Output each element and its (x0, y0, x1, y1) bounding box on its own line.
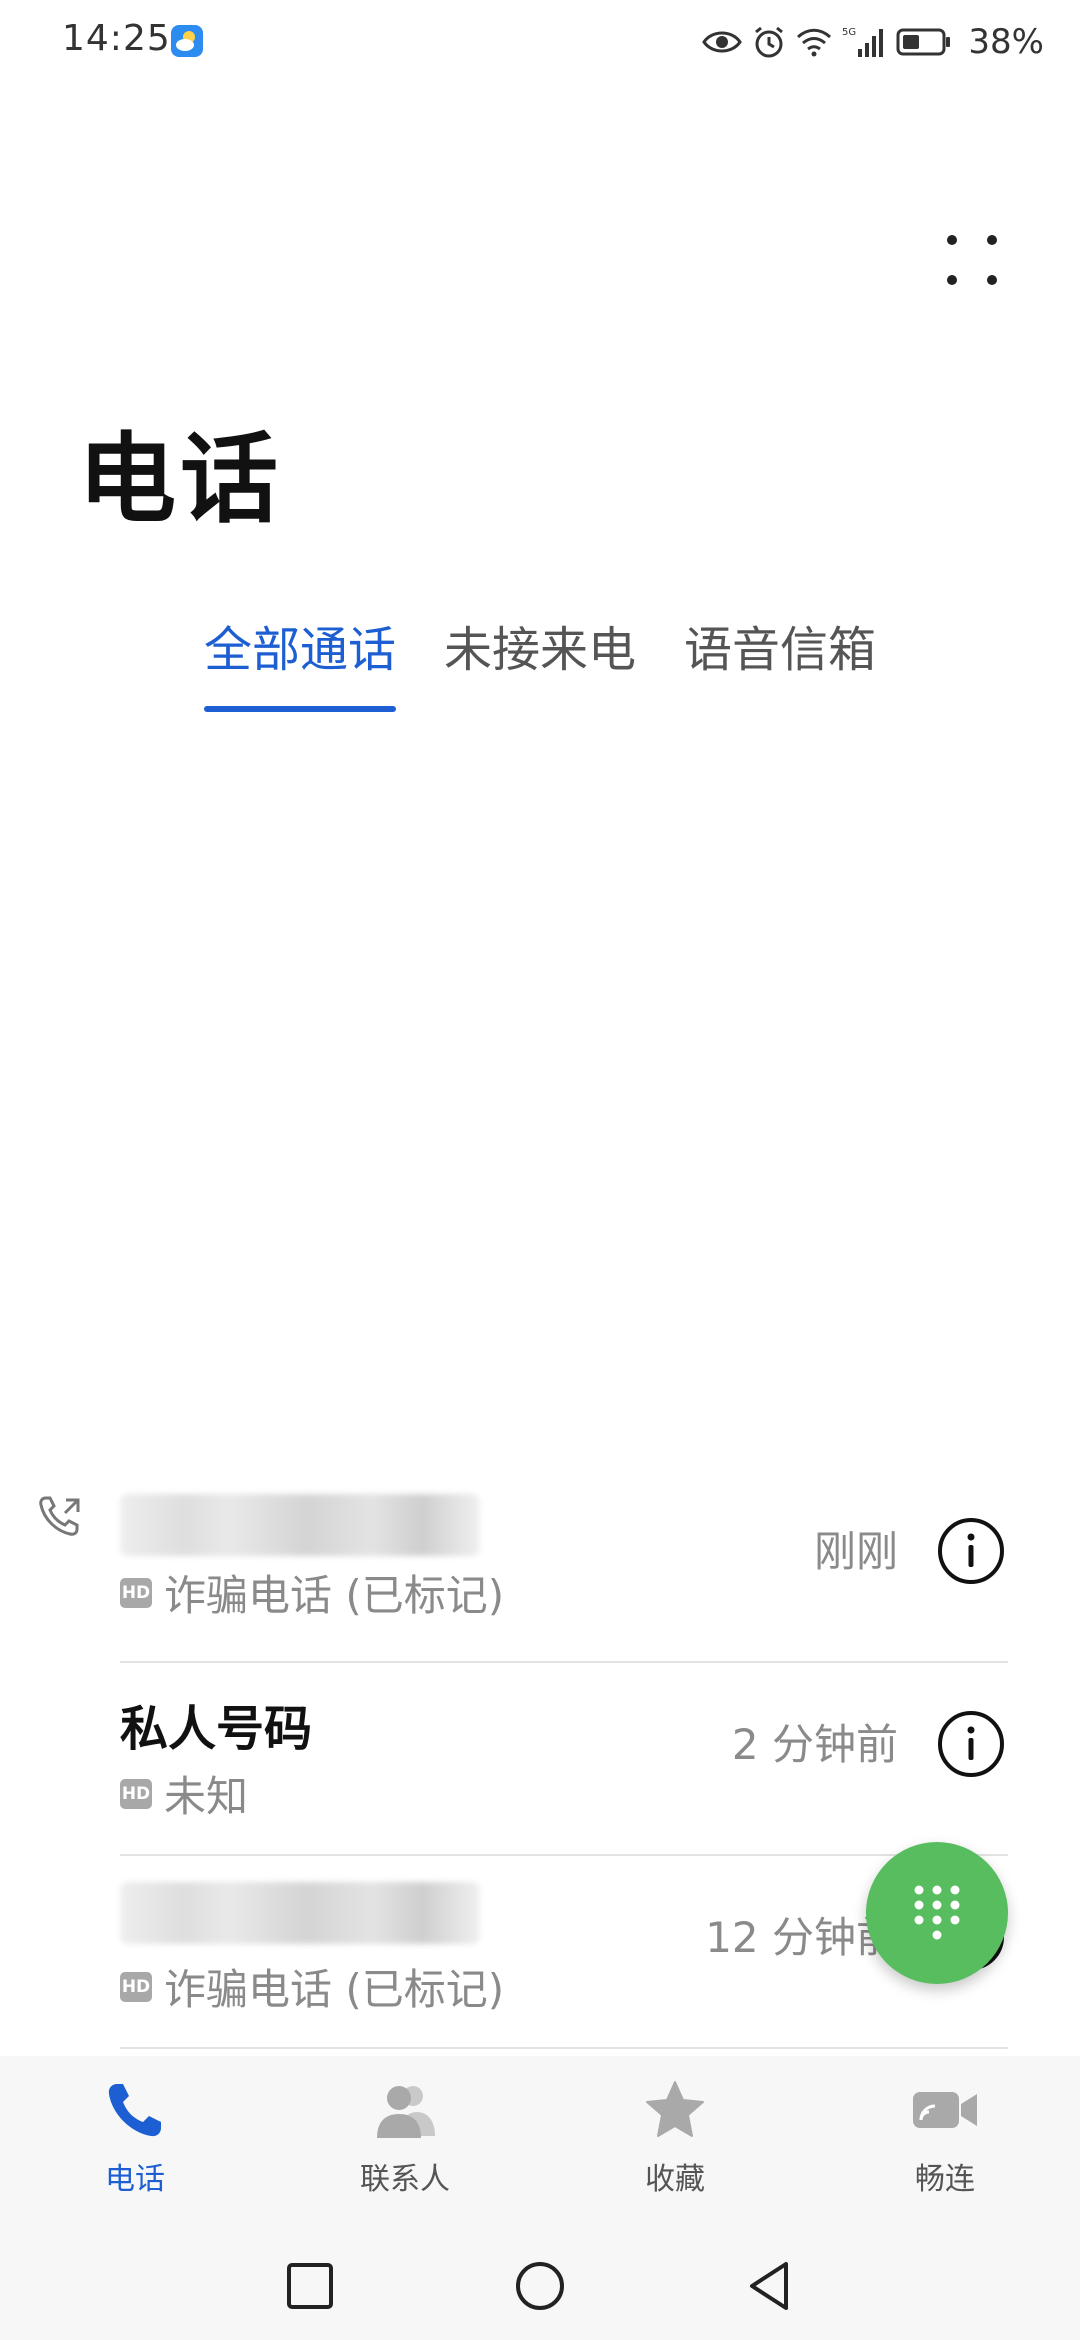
tab-voicemail[interactable]: 语音信箱 (684, 610, 876, 690)
nav-label-favorites: 收藏 (645, 2162, 705, 2197)
hd-badge: HD (120, 1971, 152, 2002)
weather-icon (171, 25, 203, 57)
contacts-icon (377, 2086, 435, 2138)
eye-icon (702, 31, 743, 53)
nav-item-contacts[interactable]: 联系人 (305, 2078, 505, 2218)
phone-app-screen: 14:25 5G 38% 电话 全部通话 未接来电 语音信箱 HD 诈骗电话 (… (0, 0, 1080, 2340)
nav-item-favorites[interactable]: 收藏 (575, 2078, 775, 2218)
obscured-number (120, 1494, 480, 1556)
nav-item-phone[interactable]: 电话 (35, 2078, 235, 2218)
call-time: 刚刚 (813, 1527, 898, 1576)
outgoing-call-icon (39, 1496, 80, 1536)
call-name: 私人号码 (120, 1701, 313, 1757)
call-log-item[interactable]: HD 诈骗电话 (已标记) 刚刚 (0, 1470, 1080, 1663)
hd-badge: HD (120, 1577, 152, 1608)
tab-all-calls[interactable]: 全部通话 (204, 610, 397, 712)
list-divider (120, 2047, 1008, 2049)
tab-missed-calls[interactable]: 未接来电 (444, 610, 636, 690)
star-icon (646, 2081, 704, 2137)
hd-badge: HD (120, 1778, 152, 1809)
dialpad-icon (914, 1885, 960, 1940)
back-icon[interactable] (740, 2256, 800, 2316)
network-type-label: 5G (842, 27, 856, 38)
phone-icon (108, 2084, 161, 2137)
tab-missed-calls-label: 未接来电 (444, 622, 637, 678)
system-navigation-bar (0, 2236, 1080, 2340)
call-log-item[interactable]: 私人号码 HD 未知 2 分钟前 (0, 1663, 1080, 1856)
call-description: HD 诈骗电话 (已标记) (120, 1956, 504, 2017)
call-description-text: 未知 (164, 1772, 249, 1821)
active-tab-indicator (204, 706, 397, 712)
status-time: 14:25 (62, 18, 171, 59)
alarm-icon (755, 26, 784, 58)
battery-percent: 38% (968, 22, 1044, 62)
recent-apps-icon[interactable] (280, 2256, 340, 2316)
nav-label-meetime: 畅连 (915, 2162, 975, 2197)
tab-all-calls-label: 全部通话 (204, 622, 397, 678)
battery-icon (896, 28, 951, 56)
call-tabs: 全部通话 未接来电 语音信箱 (0, 610, 1080, 712)
info-icon[interactable] (936, 1516, 1006, 1586)
status-icons: 5G 38% (702, 20, 1044, 64)
call-description: HD 诈骗电话 (已标记) (120, 1562, 504, 1623)
bottom-navigation: 电话 联系人 收藏 畅连 (0, 2056, 1080, 2236)
wifi-icon (797, 28, 832, 57)
home-icon[interactable] (510, 2256, 570, 2316)
tab-voicemail-label: 语音信箱 (684, 622, 877, 678)
page-title: 电话 (78, 423, 283, 537)
nav-label-contacts: 联系人 (360, 2162, 450, 2197)
video-call-icon (913, 2092, 977, 2128)
dialpad-button[interactable] (866, 1842, 1008, 1984)
call-description-text: 诈骗电话 (已标记) (164, 1965, 505, 2014)
call-description-text: 诈骗电话 (已标记) (164, 1571, 505, 1620)
more-dots-icon[interactable] (932, 226, 1012, 306)
info-icon[interactable] (936, 1709, 1006, 1779)
call-description: HD 未知 (120, 1763, 248, 1824)
obscured-number (120, 1882, 480, 1944)
nav-item-meetime[interactable]: 畅连 (845, 2078, 1045, 2218)
signal-icon: 5G (842, 27, 884, 57)
status-bar: 14:25 5G 38% (0, 0, 1080, 84)
call-time: 2 分钟前 (731, 1720, 898, 1769)
nav-label-phone: 电话 (105, 2162, 165, 2197)
